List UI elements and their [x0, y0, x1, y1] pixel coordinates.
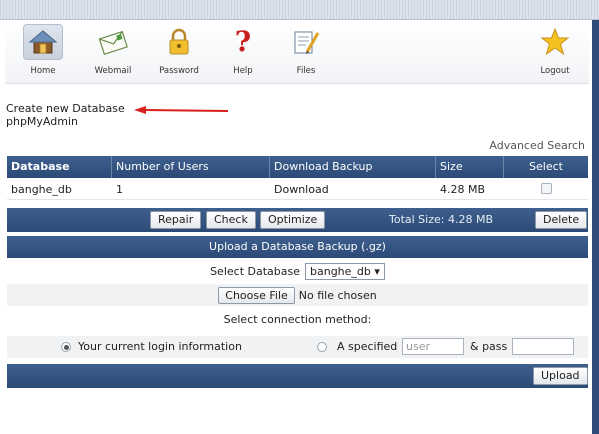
col-size[interactable]: Size — [436, 156, 504, 178]
table-row: banghe_db 1 Download 4.28 MB — [7, 178, 588, 200]
svg-text:?: ? — [235, 27, 251, 57]
toolbar-files[interactable]: Files — [278, 24, 334, 82]
create-database-link[interactable]: Create new Database — [6, 102, 125, 115]
phpmyadmin-link[interactable]: phpMyAdmin — [6, 115, 125, 128]
action-bar: Repair Check Optimize Total Size: 4.28 M… — [7, 208, 588, 232]
red-arrow-annotation — [134, 106, 229, 114]
col-number-of-users[interactable]: Number of Users — [112, 156, 270, 178]
cell-select — [504, 178, 588, 199]
toolbar-webmail[interactable]: Webmail — [85, 24, 141, 82]
current-login-radio[interactable] — [61, 342, 71, 352]
connection-method-label: Select connection method: — [223, 312, 372, 326]
main-toolbar: Home Webmail Password ? Help Files Logou… — [5, 22, 589, 84]
repair-button[interactable]: Repair — [150, 211, 202, 229]
padlock-icon — [159, 24, 199, 60]
home-icon — [23, 24, 63, 60]
cell-users: 1 — [116, 183, 123, 196]
question-mark-icon: ? — [223, 24, 263, 60]
toolbar-files-label: Files — [296, 66, 316, 76]
connection-options-row: Your current login information A specifi… — [7, 336, 588, 358]
specified-login-radio[interactable] — [317, 342, 327, 352]
database-links: Create new Database phpMyAdmin — [6, 102, 125, 128]
toolbar-help-label: Help — [233, 66, 253, 76]
col-select: Select — [529, 160, 563, 173]
upload-bar: Upload — [7, 364, 588, 388]
file-chooser-row: Choose File No file chosen — [7, 284, 588, 306]
optimize-button[interactable]: Optimize — [260, 211, 326, 229]
database-select[interactable]: banghe_db ▾ — [305, 262, 385, 280]
database-select-value: banghe_db — [310, 264, 371, 278]
check-button[interactable]: Check — [206, 211, 256, 229]
toolbar-home[interactable]: Home — [15, 24, 71, 82]
col-download-backup[interactable]: Download Backup — [270, 156, 436, 178]
current-login-label: Your current login information — [78, 340, 242, 353]
total-size: Total Size: 4.28 MB — [389, 213, 493, 226]
cell-database: banghe_db — [11, 183, 72, 196]
select-database-row: Select Database banghe_db ▾ — [7, 260, 588, 282]
username-input[interactable]: user — [402, 338, 464, 355]
toolbar-logout-label: Logout — [540, 66, 570, 76]
no-file-text: No file chosen — [298, 288, 377, 302]
download-link[interactable]: Download — [270, 178, 436, 199]
toolbar-password[interactable]: Password — [151, 24, 207, 82]
toolbar-logout[interactable]: Logout — [527, 24, 583, 82]
files-icon — [286, 24, 326, 60]
toolbar-help[interactable]: ? Help — [215, 24, 271, 82]
delete-button[interactable]: Delete — [535, 211, 588, 229]
table-header: Database Number of Users Download Backup… — [7, 156, 588, 178]
dropdown-arrow-icon: ▾ — [374, 264, 380, 278]
col-database[interactable]: Database — [7, 156, 112, 178]
toolbar-webmail-label: Webmail — [94, 66, 132, 76]
select-checkbox[interactable] — [540, 183, 552, 194]
connection-method-row: Select connection method: — [7, 308, 588, 330]
top-strip — [0, 0, 599, 20]
pass-label: & pass — [470, 340, 508, 353]
star-icon — [535, 24, 575, 60]
choose-file-button[interactable]: Choose File — [218, 286, 295, 304]
upload-header: Upload a Database Backup (.gz) — [7, 236, 588, 258]
envelope-icon — [93, 24, 133, 60]
advanced-search-link[interactable]: Advanced Search — [489, 139, 585, 152]
upload-button[interactable]: Upload — [533, 367, 588, 385]
specified-label: A specified — [337, 340, 398, 353]
right-edge-bar — [592, 20, 599, 434]
select-database-label: Select Database — [210, 264, 300, 278]
database-table: Database Number of Users Download Backup… — [7, 156, 588, 200]
toolbar-home-label: Home — [30, 66, 56, 76]
toolbar-password-label: Password — [159, 66, 199, 76]
password-input[interactable] — [512, 338, 574, 355]
cell-size: 4.28 MB — [440, 183, 486, 196]
